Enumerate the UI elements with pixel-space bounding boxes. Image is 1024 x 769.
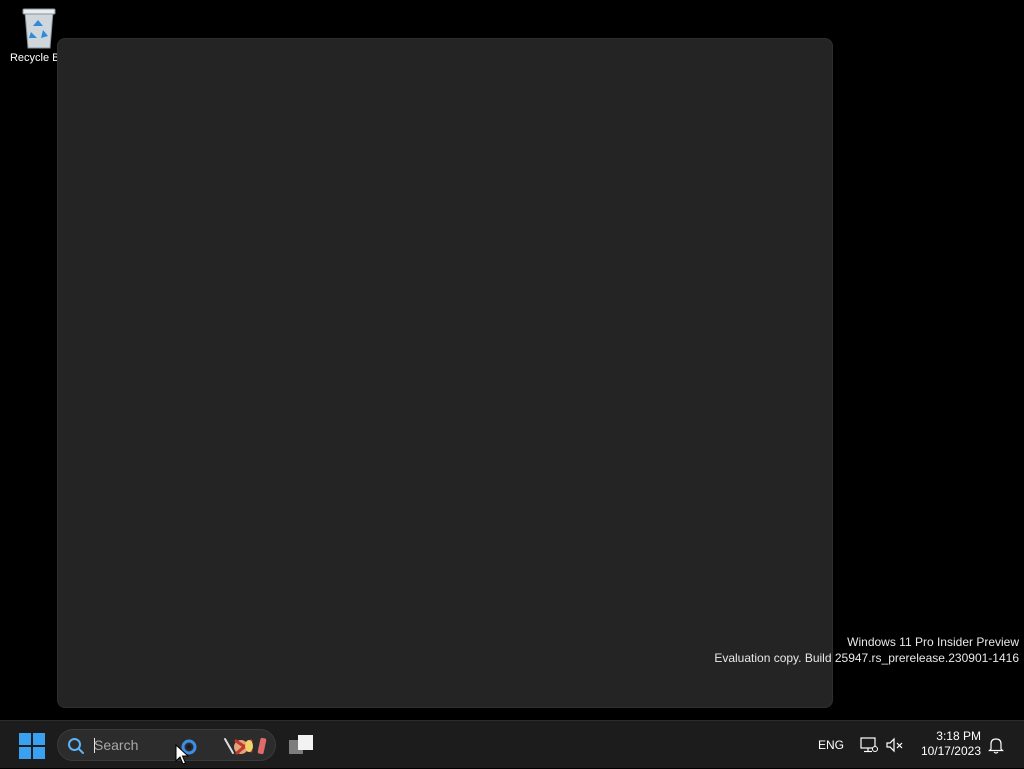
clock-time: 3:18 PM (936, 729, 981, 743)
network-disconnected-icon[interactable] (860, 737, 878, 753)
taskbar: ENG 3:18 PM 10/17/2023 (0, 720, 1024, 768)
search-icon (68, 738, 84, 754)
language-indicator[interactable]: ENG (818, 738, 844, 752)
evaluation-watermark: Windows 11 Pro Insider Preview Evaluatio… (714, 634, 1019, 666)
task-view-icon (289, 735, 313, 754)
mouse-pointer-icon (175, 744, 189, 765)
recycle-bin-icon (22, 8, 56, 49)
start-button[interactable] (19, 733, 45, 759)
clock[interactable]: 3:18 PM 10/17/2023 (921, 729, 981, 759)
clock-date: 10/17/2023 (920, 744, 981, 758)
taskbar-search-box[interactable] (57, 729, 276, 761)
search-input[interactable] (94, 736, 184, 754)
watermark-build: Evaluation copy. Build 25947.rs_prerelea… (714, 651, 1019, 665)
volume-muted-icon[interactable] (886, 737, 904, 753)
desktop: Recycle Bin Windows 11 Pro Insider Previ… (0, 0, 1024, 720)
search-highlight-illustration-icon (224, 737, 267, 755)
text-caret (94, 738, 95, 753)
watermark-edition: Windows 11 Pro Insider Preview (847, 635, 1019, 649)
search-flyout-panel (57, 38, 833, 708)
task-view-button[interactable] (288, 734, 314, 761)
notification-bell-icon[interactable] (988, 737, 1004, 754)
